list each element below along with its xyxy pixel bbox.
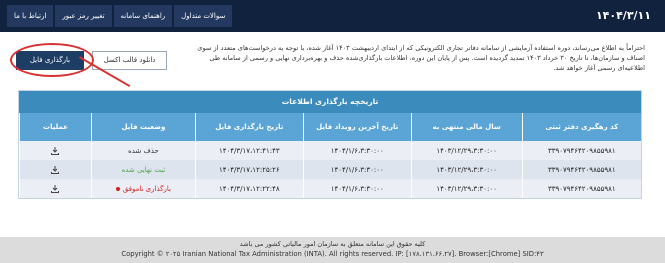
upload-file-button[interactable]: بارگذاری فایل: [16, 51, 84, 70]
intro-notice: احتراماً به اطلاع می‌رساند، دوره استفاده…: [197, 44, 645, 72]
nav-change-password-button[interactable]: تغییر رمز عبور: [55, 5, 112, 27]
download-excel-template-button[interactable]: دانلود قالب اکسل: [92, 51, 167, 70]
cell-status: حذف شده: [90, 141, 196, 160]
nav-contact-button[interactable]: ارتباط با ما: [7, 5, 54, 27]
nav-faq-button[interactable]: سوالات متداول: [174, 5, 233, 27]
cell-operations: [19, 141, 92, 160]
cell-fiscal-year: ۱۴۰۳/۱۲/۲۹،۳:۳۰:۰۰: [410, 179, 523, 198]
status-label: بارگذاری ناموفق: [122, 184, 171, 193]
column-header-upload-date: تاریخ بارگذاری فایل: [194, 113, 304, 141]
table-row: ۳۳۹۰۷۹۴۶۴۲۰۹۸۵۵۹۸۱ ۱۴۰۳/۱۲/۲۹،۳:۳۰:۰۰ ۱۴…: [19, 141, 641, 160]
table-row: ۳۳۹۰۷۹۴۶۴۲۰۹۸۵۵۹۸۱ ۱۴۰۳/۱۲/۲۹،۳:۳۰:۰۰ ۱۴…: [19, 179, 641, 198]
cell-upload-date: ۱۴۰۴/۳/۱۷،۱۲:۲۲:۴۸: [194, 179, 304, 198]
cell-last-event: ۱۴۰۴/۱/۶،۳:۳۰:۰۰: [302, 141, 412, 160]
cell-upload-date: ۱۴۰۴/۳/۱۷،۱۲:۴۱:۴۳: [194, 141, 304, 160]
upload-history-panel: تاریخچه بارگذاری اطلاعات کد رهگیری دفتر …: [18, 90, 642, 199]
column-header-fiscal-year: سال مالی منتهی به: [410, 113, 523, 141]
upload-history-table: کد رهگیری دفتر ثبتی سال مالی منتهی به تا…: [19, 113, 641, 198]
cell-upload-date: ۱۴۰۴/۳/۱۷،۱۲:۲۵:۲۶: [194, 160, 304, 179]
column-header-operations: عملیات: [19, 113, 92, 141]
cell-status: ثبت نهایی شده: [90, 160, 196, 179]
column-header-status: وضعیت فایل: [90, 113, 196, 141]
cell-last-event: ۱۴۰۴/۱/۶،۳:۳۰:۰۰: [302, 160, 412, 179]
cell-code: ۳۳۹۰۷۹۴۶۴۲۰۹۸۵۵۹۸۱: [521, 141, 641, 160]
column-header-code: کد رهگیری دفتر ثبتی: [521, 113, 641, 141]
download-icon[interactable]: [50, 165, 60, 175]
cell-code: ۳۳۹۰۷۹۴۶۴۲۰۹۸۵۵۹۸۱: [521, 160, 641, 179]
nav-guide-button[interactable]: راهنمای سامانه: [113, 5, 173, 27]
cell-code: ۳۳۹۰۷۹۴۶۴۲۰۹۸۵۵۹۸۱: [521, 179, 641, 198]
footer: کلیه حقوق این سامانه متعلق به سازمان امو…: [0, 237, 665, 263]
error-dot-icon: [115, 186, 120, 191]
top-bar: ارتباط با ما تغییر رمز عبور راهنمای ساما…: [0, 0, 665, 32]
download-icon[interactable]: [50, 184, 60, 194]
table-header-row: کد رهگیری دفتر ثبتی سال مالی منتهی به تا…: [19, 113, 641, 141]
cell-last-event: ۱۴۰۴/۱/۶،۳:۳۰:۰۰: [302, 179, 412, 198]
footer-copyright: Copyright © ۲۰۲۵ Iranian National Tax Ad…: [121, 250, 544, 258]
table-row: ۳۳۹۰۷۹۴۶۴۲۰۹۸۵۵۹۸۱ ۱۴۰۳/۱۲/۲۹،۳:۳۰:۰۰ ۱۴…: [19, 160, 641, 179]
column-header-last-event: تاریخ آخرین رویداد فایل: [302, 113, 412, 141]
cell-operations: [19, 179, 92, 198]
cell-operations: [19, 160, 92, 179]
status-label: حذف شده: [128, 146, 159, 155]
cell-status: بارگذاری ناموفق: [90, 179, 196, 198]
footer-rights: کلیه حقوق این سامانه متعلق به سازمان امو…: [239, 240, 426, 248]
top-nav: ارتباط با ما تغییر رمز عبور راهنمای ساما…: [7, 5, 234, 27]
status-label: ثبت نهایی شده: [121, 165, 166, 174]
panel-title: تاریخچه بارگذاری اطلاعات: [19, 91, 641, 113]
current-date: ۱۴۰۴/۳/۱۱: [595, 9, 651, 22]
download-icon[interactable]: [50, 146, 60, 156]
cell-fiscal-year: ۱۴۰۳/۱۲/۲۹،۳:۳۰:۰۰: [410, 141, 523, 160]
cell-fiscal-year: ۱۴۰۳/۱۲/۲۹،۳:۳۰:۰۰: [410, 160, 523, 179]
